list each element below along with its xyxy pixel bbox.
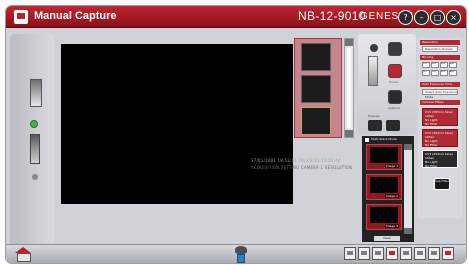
filters-heading: Camera Filters [420, 100, 460, 105]
image-stack-panel: Multi Stack Mode Image 1 Image 2 Image 3… [362, 136, 414, 242]
preview-label: Preview [368, 114, 380, 118]
clear-stack-button[interactable]: Clear [374, 236, 400, 241]
thumbnail[interactable] [301, 107, 331, 135]
tool-print-icon[interactable] [358, 247, 370, 260]
binning-option[interactable]: 3x3 [440, 70, 448, 76]
filter-type: No Filter [425, 143, 438, 147]
image-preview [370, 207, 398, 223]
help-window-button[interactable]: ? [398, 10, 413, 25]
scroll-up-icon[interactable] [404, 144, 412, 150]
resolution-select[interactable]: Resolution Normal [422, 46, 458, 52]
title-bar: Manual Capture NB-12-9010 GENESYS ? – □ … [6, 6, 466, 28]
minimize-button[interactable]: – [414, 10, 429, 25]
filter-type: No Filter [425, 122, 438, 126]
home-icon[interactable] [14, 247, 32, 262]
record-button[interactable] [388, 64, 402, 78]
preview-camera-icon[interactable] [368, 120, 382, 131]
exposure-select[interactable]: Select Auto Exposure Mode [422, 89, 458, 99]
thumbnail[interactable] [301, 43, 331, 71]
focus-knob[interactable] [370, 44, 378, 52]
tool-monitor-icon[interactable] [344, 247, 356, 260]
binning-option[interactable]: 4x4 [449, 62, 457, 68]
maximize-button[interactable]: □ [430, 10, 445, 25]
stack-image-1[interactable]: Image 1 [366, 144, 402, 170]
binning-option[interactable]: 3x3 [440, 62, 448, 68]
filter-option-3[interactable]: UV3 (254nm Slow) 10Sec No Light No Filte… [422, 150, 458, 168]
binning-option[interactable]: 4x4 [449, 70, 457, 76]
image-tag: Image 2 [384, 194, 399, 198]
settings-panel: Resolution Resolution Normal Binning 1x1… [418, 38, 462, 218]
contrast-slider[interactable] [30, 134, 40, 164]
image-stack-scrollbar[interactable] [404, 144, 412, 234]
bottom-toolbar [6, 244, 466, 263]
camera-body-icon [237, 254, 245, 263]
left-tool-panel: ? [10, 34, 54, 263]
use-filter-button[interactable]: Use Filter [434, 178, 450, 190]
filter-name: UV3 (254nm Slow) 10Sec [425, 152, 453, 160]
device-id: NB-12-9010 [298, 9, 366, 23]
stack-image-2[interactable]: Image 2 [366, 174, 402, 200]
binning-option[interactable]: 2x2 [431, 70, 439, 76]
zoom-lever[interactable] [368, 56, 378, 86]
filter-option-1[interactable]: UV1 (365nm Slow) 10Sec No Light No Filte… [422, 108, 458, 126]
scroll-up-icon[interactable] [345, 39, 353, 46]
capture-label: Capture [388, 106, 400, 110]
filter-name: UV2 (302nm Slow) 10Sec [425, 131, 453, 139]
brightness-slider[interactable] [30, 79, 42, 107]
tool-save-icon[interactable] [372, 247, 384, 260]
close-button[interactable]: × [446, 10, 461, 25]
binning-option[interactable]: 1x1 [422, 62, 430, 68]
multi-stack-label: Multi Stack Mode [371, 137, 397, 141]
viewport-overlay-subtext: ACQUISITION SETTING CAMERA 1 RESOLUTION [251, 165, 353, 170]
resolution-heading: Resolution [420, 40, 460, 45]
camera-lens-icon [235, 246, 247, 254]
tool-folder-icon[interactable] [414, 247, 426, 260]
scroll-track[interactable] [347, 48, 351, 128]
stack-image-3[interactable]: Image 3 [366, 204, 402, 230]
status-indicator-icon [30, 120, 38, 128]
thumbnail[interactable] [301, 75, 331, 103]
filter-name: UV1 (365nm Slow) 10Sec [425, 110, 453, 118]
camera-settings-button[interactable] [388, 42, 402, 56]
filter-option-2[interactable]: UV2 (302nm Slow) 10Sec No Light No Filte… [422, 129, 458, 147]
camera-viewport[interactable]: 17/01/2001 18:53:01 74/2/2/11 13:55:44 A… [61, 44, 352, 204]
image-tag: Image 1 [384, 164, 399, 168]
snapshot-camera-icon[interactable] [386, 120, 400, 131]
binning-heading: Binning [420, 55, 460, 60]
viewport-overlay-text: 17/01/2001 18:53:01 74/2/2/11 13:55:44 [251, 158, 341, 163]
tool-delete-icon[interactable] [442, 247, 454, 260]
window-title: Manual Capture [34, 10, 117, 22]
tool-export-icon[interactable] [400, 247, 412, 260]
camera-device-icon[interactable] [232, 246, 250, 263]
multi-stack-checkbox[interactable] [365, 138, 369, 142]
thumbnail-strip [294, 38, 342, 138]
capture-control-panel: Focus Capture Preview [358, 34, 416, 134]
exposure-heading: Auto Exposure Time [420, 82, 460, 87]
scroll-down-icon[interactable] [404, 228, 412, 234]
capture-button[interactable] [388, 90, 402, 104]
filter-type: No Filter [425, 164, 438, 168]
image-preview [370, 177, 398, 193]
binning-option[interactable]: 1x1 [422, 70, 430, 76]
tool-report-icon[interactable] [428, 247, 440, 260]
thumbnail-scrollbar[interactable] [344, 38, 354, 138]
binning-option[interactable]: 2x2 [431, 62, 439, 68]
scroll-down-icon[interactable] [345, 130, 353, 137]
image-tag: Image 3 [384, 224, 399, 228]
app-icon [14, 10, 28, 24]
image-preview [370, 147, 398, 163]
focus-label: Focus [389, 80, 398, 84]
reset-dot-icon[interactable] [32, 174, 38, 180]
tool-edit-icon[interactable] [386, 247, 398, 260]
manual-capture-window: Manual Capture NB-12-9010 GENESYS ? – □ … [6, 6, 466, 263]
